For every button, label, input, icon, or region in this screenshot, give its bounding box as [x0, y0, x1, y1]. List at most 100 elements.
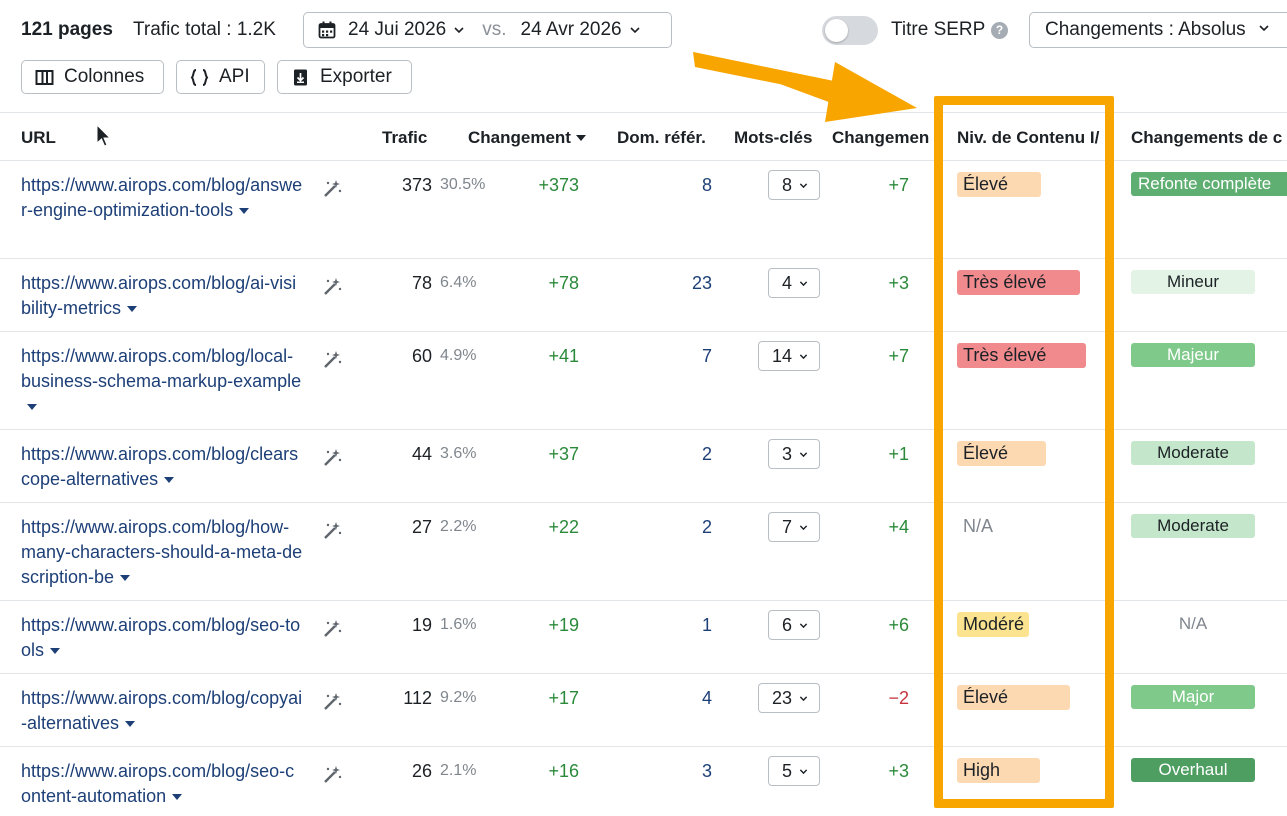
content-level-badge: Élevé [957, 441, 1046, 466]
keywords-dropdown[interactable]: 23 [757, 683, 820, 713]
page-url-link[interactable]: https://www.airops.com/blog/answer-engin… [21, 173, 303, 223]
column-header-content-changes[interactable]: Changements de c [1131, 128, 1287, 148]
column-header-change[interactable]: Changement [468, 128, 586, 148]
page-url-text: https://www.airops.com/blog/local-busine… [21, 346, 302, 391]
serp-title-toggle[interactable] [822, 16, 878, 45]
keywords-dropdown[interactable]: 8 [767, 170, 820, 200]
column-header-keywords[interactable]: Mots-clés [734, 128, 812, 148]
chevron-down-icon [799, 623, 808, 629]
traffic-share: 4.9% [440, 347, 477, 364]
column-header-url[interactable]: URL [21, 128, 56, 148]
content-level-badge: Élevé [957, 685, 1070, 710]
current-date[interactable]: 24 Jui 2026 [348, 19, 446, 41]
content-level-badge: Élevé [957, 172, 1041, 197]
table-row: https://www.airops.com/blog/answer-engin… [0, 161, 1287, 259]
magic-wand-icon[interactable] [322, 276, 343, 297]
ref-domains-link[interactable]: 23 [692, 273, 712, 294]
table-row: https://www.airops.com/blog/clearscope-a… [0, 430, 1287, 503]
traffic-share: 2.2% [440, 518, 477, 535]
keywords-value: 6 [781, 615, 792, 635]
keywords-change: +4 [888, 517, 909, 537]
page-url-link[interactable]: https://www.airops.com/blog/seo-content-… [21, 759, 303, 809]
page-url-link[interactable]: https://www.airops.com/blog/local-busine… [21, 344, 303, 419]
column-header-traffic[interactable]: Trafic [382, 128, 427, 148]
content-change-badge: Majeur [1131, 343, 1255, 367]
keywords-dropdown[interactable]: 6 [767, 610, 820, 640]
keywords-change: −2 [888, 688, 909, 708]
sort-desc-icon [575, 135, 586, 141]
content-change-badge: Refonte complète [1131, 172, 1287, 196]
columns-button[interactable]: Colonnes [21, 60, 164, 94]
caret-down-icon[interactable] [50, 648, 61, 654]
caret-down-icon[interactable] [27, 404, 37, 410]
keywords-change: +1 [888, 444, 909, 464]
magic-wand-icon[interactable] [322, 447, 343, 468]
chevron-down-icon [630, 27, 640, 34]
magic-wand-icon[interactable] [322, 520, 343, 541]
ref-domains-link[interactable]: 7 [702, 346, 712, 367]
column-header-content-level[interactable]: Niv. de Contenu I/ [957, 128, 1107, 148]
page-url-text: https://www.airops.com/blog/seo-content-… [21, 761, 295, 806]
help-icon[interactable]: ? [991, 22, 1008, 39]
api-button[interactable]: API [176, 60, 265, 94]
table-row: https://www.airops.com/blog/ai-visibilit… [0, 259, 1287, 332]
page-url-link[interactable]: https://www.airops.com/blog/copyai-alter… [21, 686, 303, 736]
content-level-badge: Très élevé [957, 270, 1080, 295]
traffic-value: 60 [411, 346, 432, 366]
download-icon [294, 69, 307, 85]
traffic-share: 2.1% [440, 762, 477, 779]
magic-wand-icon[interactable] [322, 618, 343, 639]
caret-down-icon[interactable] [164, 477, 175, 483]
changes-mode-select[interactable]: Changements : Absolus [1029, 12, 1287, 48]
table-header: URL Trafic Changement Dom. référ. Mots-c… [0, 112, 1287, 161]
keywords-dropdown[interactable]: 7 [767, 512, 820, 542]
export-button[interactable]: Exporter [277, 60, 412, 94]
magic-wand-icon[interactable] [322, 764, 343, 785]
keywords-change: +7 [888, 175, 909, 195]
caret-down-icon[interactable] [239, 208, 250, 214]
toggle-knob [825, 19, 848, 42]
magic-wand-icon[interactable] [322, 691, 343, 712]
chevron-down-icon [799, 183, 808, 189]
ref-domains-link[interactable]: 4 [702, 688, 712, 709]
content-change-badge: N/A [1178, 614, 1208, 633]
page-url-link[interactable]: https://www.airops.com/blog/clearscope-a… [21, 442, 303, 492]
compare-date[interactable]: 24 Avr 2026 [521, 19, 622, 41]
keywords-change: +7 [888, 346, 909, 366]
page-url-text: https://www.airops.com/blog/ai-visibilit… [21, 273, 297, 318]
magic-wand-icon[interactable] [322, 349, 343, 370]
ref-domains-link[interactable]: 2 [702, 444, 712, 465]
keywords-dropdown[interactable]: 5 [767, 756, 820, 786]
ref-domains-link[interactable]: 2 [702, 517, 712, 538]
caret-down-icon[interactable] [120, 575, 131, 581]
ref-domains-link[interactable]: 8 [702, 175, 712, 196]
ref-domains-link[interactable]: 1 [702, 615, 712, 636]
keywords-dropdown[interactable]: 3 [767, 439, 820, 469]
table-row: https://www.airops.com/blog/how-many-cha… [0, 503, 1287, 601]
caret-down-icon[interactable] [127, 306, 138, 312]
traffic-change: +37 [548, 444, 579, 464]
column-header-ref-domains[interactable]: Dom. référ. [617, 128, 706, 148]
keywords-dropdown[interactable]: 14 [757, 341, 820, 371]
page-url-link[interactable]: https://www.airops.com/blog/how-many-cha… [21, 515, 303, 590]
magic-wand-icon[interactable] [322, 178, 343, 199]
export-button-label: Exporter [320, 66, 392, 87]
page-url-link[interactable]: https://www.airops.com/blog/ai-visibilit… [21, 271, 303, 321]
caret-down-icon[interactable] [172, 794, 183, 800]
keywords-value: 7 [781, 517, 792, 537]
ref-domains-link[interactable]: 3 [702, 761, 712, 782]
column-header-kw-change[interactable]: Changemen [832, 128, 930, 148]
page-url-link[interactable]: https://www.airops.com/blog/seo-tools [21, 613, 303, 663]
content-change-badge: Overhaul [1131, 758, 1255, 782]
traffic-share: 1.6% [440, 616, 477, 633]
keywords-change: +6 [888, 615, 909, 635]
page-url-text: https://www.airops.com/blog/answer-engin… [21, 175, 303, 220]
table-row: https://www.airops.com/blog/local-busine… [0, 332, 1287, 430]
caret-down-icon[interactable] [125, 721, 136, 727]
page-url-text: https://www.airops.com/blog/how-many-cha… [21, 517, 303, 587]
content-change-badge: Moderate [1131, 441, 1255, 465]
keywords-dropdown[interactable]: 4 [767, 268, 820, 298]
date-range-picker[interactable]: 24 Jui 2026 vs. 24 Avr 2026 [303, 12, 672, 48]
keywords-value: 3 [781, 444, 792, 464]
keywords-value: 8 [781, 175, 792, 195]
